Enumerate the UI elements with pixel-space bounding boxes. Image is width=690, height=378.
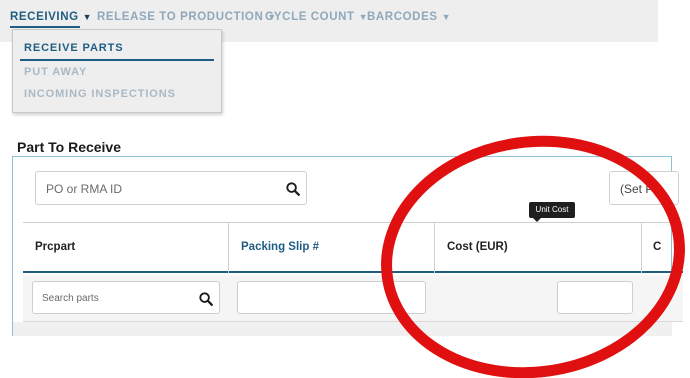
nav-item-cycle-count[interactable]: CYCLE COUNT ▼ xyxy=(265,11,368,23)
nav-item-release-to-production[interactable]: RELEASE TO PRODUCTION ▼ xyxy=(97,11,277,23)
receiving-dropdown-menu: RECEIVE PARTS PUT AWAY INCOMING INSPECTI… xyxy=(12,29,222,113)
column-header-truncated[interactable]: C xyxy=(653,241,661,253)
packing-slip-input[interactable] xyxy=(237,281,426,314)
nav-item-barcodes[interactable]: BARCODES ▼ xyxy=(367,11,451,23)
set-filter-value: (Set P xyxy=(620,182,654,196)
set-filter-input[interactable]: (Set P xyxy=(609,171,679,205)
column-divider xyxy=(228,222,229,273)
menu-item-incoming-inspections[interactable]: INCOMING INSPECTIONS xyxy=(24,88,176,100)
menu-item-receive-parts[interactable]: RECEIVE PARTS xyxy=(24,42,124,54)
menu-active-underline xyxy=(20,59,214,61)
section-title: Part To Receive xyxy=(17,139,122,155)
caret-down-icon: ▼ xyxy=(82,12,93,22)
search-parts-placeholder: Search parts xyxy=(42,293,99,304)
column-header-packing-slip[interactable]: Packing Slip # xyxy=(241,241,319,253)
caret-down-icon: ▼ xyxy=(441,12,452,22)
nav-item-label: CYCLE COUNT xyxy=(265,11,355,23)
unit-cost-tooltip: Unit Cost xyxy=(529,202,575,218)
tooltip-arrow xyxy=(533,218,541,222)
nav-item-label: RECEIVING xyxy=(10,11,79,23)
menu-item-put-away[interactable]: PUT AWAY xyxy=(24,66,87,78)
cost-input[interactable] xyxy=(557,281,633,314)
search-icon[interactable] xyxy=(286,182,300,196)
column-header-cost[interactable]: Cost (EUR) xyxy=(447,241,508,253)
nav-item-receiving[interactable]: RECEIVING ▼ xyxy=(10,11,92,23)
search-icon[interactable] xyxy=(199,292,213,306)
search-parts-input[interactable]: Search parts xyxy=(32,281,220,314)
table-header xyxy=(23,222,683,273)
po-rma-placeholder: PO or RMA ID xyxy=(46,182,123,196)
panel-footer xyxy=(12,322,672,336)
nav-item-label: RELEASE TO PRODUCTION xyxy=(97,11,264,23)
nav-active-underline xyxy=(10,26,80,28)
column-divider xyxy=(434,222,435,273)
nav-item-label: BARCODES xyxy=(367,11,438,23)
po-rma-search-input[interactable]: PO or RMA ID xyxy=(35,171,307,205)
column-header-prcpart[interactable]: Prcpart xyxy=(35,241,75,253)
column-divider xyxy=(641,222,642,273)
